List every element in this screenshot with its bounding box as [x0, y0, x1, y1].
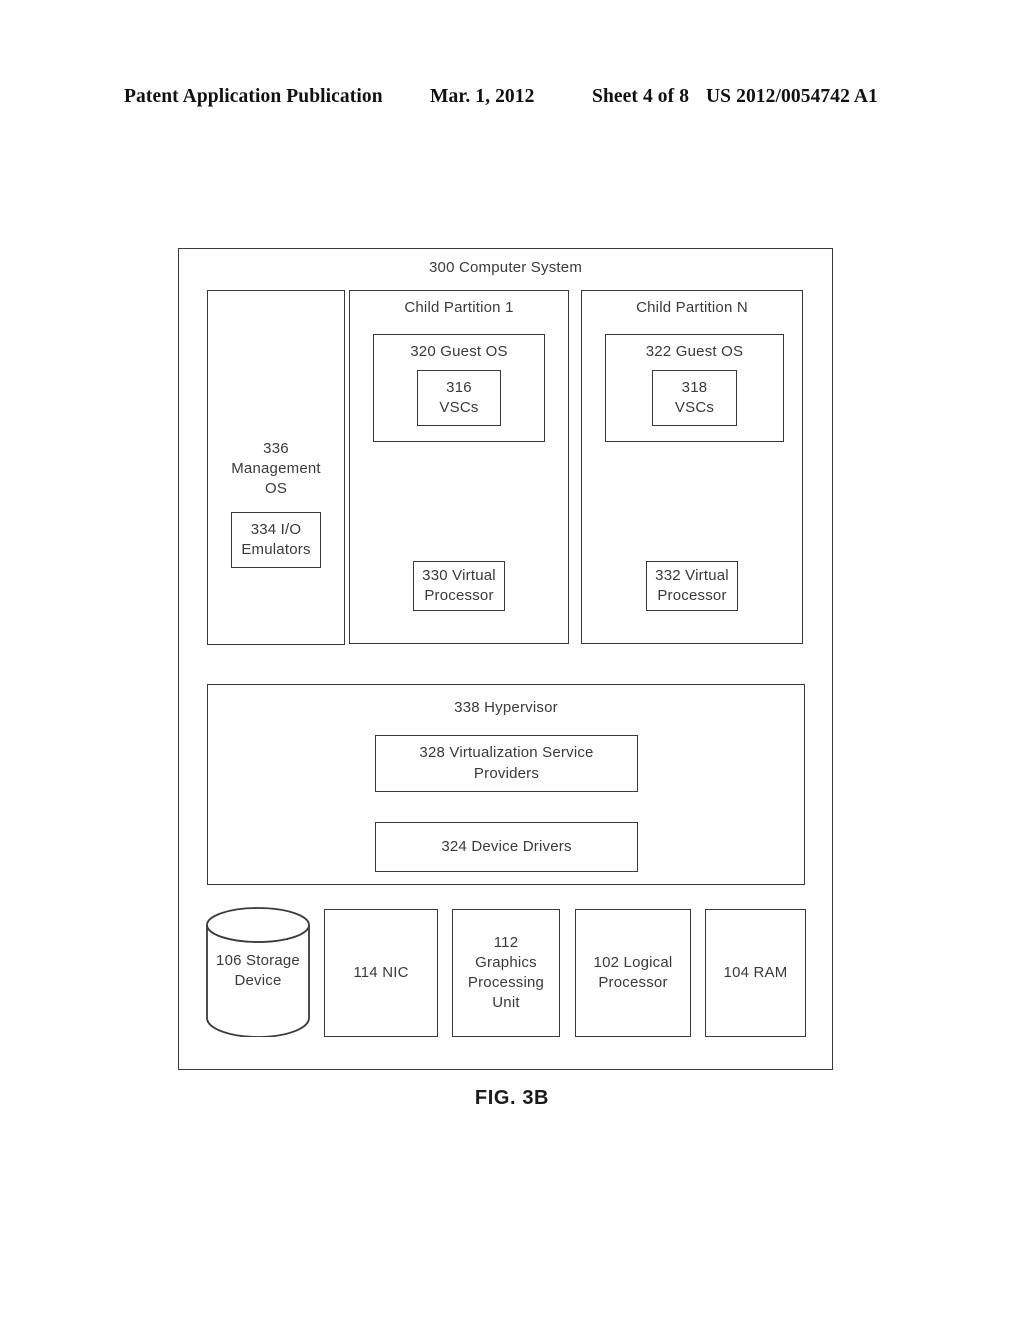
page-header: Patent Application Publication Mar. 1, 2… [0, 82, 1024, 112]
child-partition-1-label: Child Partition 1 [404, 298, 514, 316]
virtual-processor-332-label: 332 Virtual Processor [655, 566, 729, 604]
computer-system-label: 300 Computer System [428, 258, 583, 276]
virtual-processor-330-label: 330 Virtual Processor [422, 566, 496, 604]
graphics-processing-unit-label: 112 Graphics Processing Unit [467, 933, 545, 1012]
nic-label: 114 NIC [353, 963, 409, 981]
patent-number: US 2012/0054742 A1 [706, 86, 878, 107]
vscs-316-label: 316 VSCs [439, 378, 479, 416]
child-partition-n-label: Child Partition N [636, 298, 748, 316]
logical-processor-label: 102 Logical Processor [593, 953, 673, 991]
publication-date: Mar. 1, 2012 [430, 86, 535, 107]
publication-title: Patent Application Publication [124, 86, 383, 107]
figure-caption: FIG. 3B [474, 1087, 550, 1109]
sheet-number: Sheet 4 of 8 [592, 86, 690, 107]
hypervisor-label: 338 Hypervisor [454, 698, 558, 716]
device-drivers-label: 324 Device Drivers [441, 837, 572, 855]
guest-os-320-label: 320 Guest OS [410, 342, 508, 360]
vscs-318-label: 318 VSCs [674, 378, 715, 416]
guest-os-322-label: 322 Guest OS [645, 342, 744, 360]
io-emulators-label: 334 I/O Emulators [241, 520, 311, 558]
virtualization-service-providers-label: 328 Virtualization Service Providers [419, 744, 594, 782]
storage-device-label: 106 Storage Device [216, 951, 300, 989]
management-os-label: 336 Management OS [231, 439, 321, 498]
ram-label: 104 RAM [723, 963, 788, 981]
